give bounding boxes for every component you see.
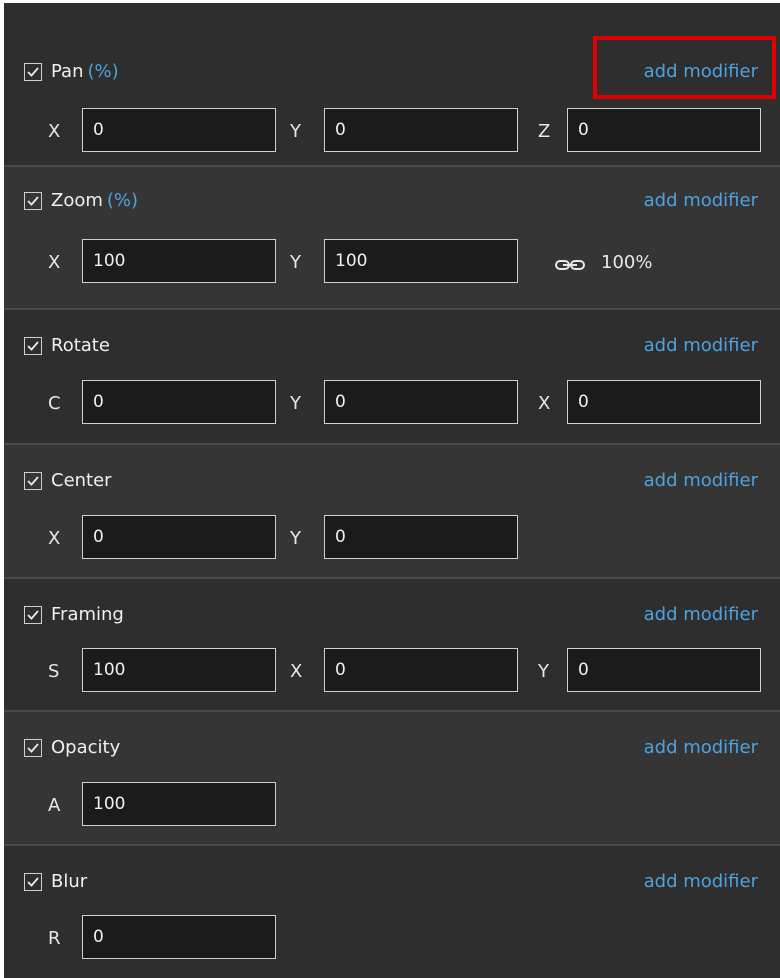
opacity-add-modifier-link[interactable]: add modifier bbox=[644, 738, 758, 758]
checkmark-icon bbox=[27, 476, 39, 486]
framing-s-input[interactable]: 100 bbox=[82, 648, 276, 692]
center-checkbox[interactable] bbox=[24, 472, 42, 490]
section-rotate: Rotate add modifier C 0 Y 0 X 0 bbox=[4, 310, 780, 445]
zoom-unit: (%) bbox=[106, 190, 139, 211]
rotate-x-input[interactable]: 0 bbox=[567, 380, 761, 424]
rotate-y-input[interactable]: 0 bbox=[324, 380, 518, 424]
framing-title: Framing bbox=[51, 604, 124, 625]
blur-checkbox[interactable] bbox=[24, 873, 42, 891]
pan-z-input[interactable]: 0 bbox=[567, 108, 761, 152]
rotate-checkbox[interactable] bbox=[24, 337, 42, 355]
framing-y-input[interactable]: 0 bbox=[567, 648, 761, 692]
framing-add-modifier-link[interactable]: add modifier bbox=[644, 605, 758, 625]
center-x-input[interactable]: 0 bbox=[82, 515, 276, 559]
framing-s-label: S bbox=[48, 661, 60, 682]
properties-panel: Pan (%) add modifier X 0 Y 0 Z 0 Zoom (%) … bbox=[4, 3, 780, 978]
pan-z-label: Z bbox=[538, 121, 551, 142]
framing-checkbox[interactable] bbox=[24, 606, 42, 624]
section-opacity: Opacity add modifier A 100 bbox=[4, 712, 780, 846]
section-zoom: Zoom (%) add modifier X 100 Y 100 100% bbox=[4, 167, 780, 310]
pan-y-input[interactable]: 0 bbox=[324, 108, 518, 152]
framing-y-label: Y bbox=[538, 661, 549, 682]
pan-x-label: X bbox=[48, 121, 61, 142]
rotate-c-label: C bbox=[48, 393, 61, 414]
zoom-add-modifier-link[interactable]: add modifier bbox=[644, 191, 758, 211]
section-title: Zoom (%) bbox=[51, 191, 138, 211]
zoom-checkbox[interactable] bbox=[24, 192, 42, 210]
pan-title: Pan bbox=[51, 61, 84, 82]
checkmark-icon bbox=[27, 341, 39, 351]
section-pan: Pan (%) add modifier X 0 Y 0 Z 0 bbox=[4, 3, 780, 167]
chain-link-icon[interactable] bbox=[555, 256, 585, 275]
checkmark-icon bbox=[27, 610, 39, 620]
opacity-checkbox[interactable] bbox=[24, 739, 42, 757]
center-title: Center bbox=[51, 470, 112, 491]
pan-unit: (%) bbox=[87, 61, 119, 82]
pan-checkbox[interactable] bbox=[24, 63, 42, 81]
checkmark-icon bbox=[27, 877, 39, 887]
rotate-y-label: Y bbox=[290, 393, 301, 414]
center-x-label: X bbox=[48, 528, 61, 549]
zoom-x-label: X bbox=[48, 252, 61, 273]
pan-y-label: Y bbox=[290, 121, 301, 142]
opacity-a-label: A bbox=[48, 795, 61, 816]
section-framing: Framing add modifier S 100 X 0 Y 0 bbox=[4, 579, 780, 712]
zoom-x-input[interactable]: 100 bbox=[82, 239, 276, 283]
opacity-a-input[interactable]: 100 bbox=[82, 782, 276, 826]
framing-x-input[interactable]: 0 bbox=[324, 648, 518, 692]
blur-title: Blur bbox=[51, 871, 88, 892]
blur-r-input[interactable]: 0 bbox=[82, 915, 276, 959]
blur-add-modifier-link[interactable]: add modifier bbox=[644, 872, 758, 892]
center-y-label: Y bbox=[290, 528, 301, 549]
section-center: Center add modifier X 0 Y 0 bbox=[4, 445, 780, 579]
pan-add-modifier-link[interactable]: add modifier bbox=[644, 62, 758, 82]
blur-r-label: R bbox=[48, 928, 61, 949]
rotate-x-label: X bbox=[538, 393, 551, 414]
rotate-title: Rotate bbox=[51, 335, 110, 356]
center-add-modifier-link[interactable]: add modifier bbox=[644, 471, 758, 491]
opacity-title: Opacity bbox=[51, 737, 121, 758]
zoom-title: Zoom bbox=[51, 190, 103, 211]
zoom-y-input[interactable]: 100 bbox=[324, 239, 518, 283]
rotate-c-input[interactable]: 0 bbox=[82, 380, 276, 424]
zoom-link-value: 100% bbox=[601, 252, 653, 273]
checkmark-icon bbox=[27, 196, 39, 206]
pan-x-input[interactable]: 0 bbox=[82, 108, 276, 152]
checkmark-icon bbox=[27, 67, 39, 77]
checkmark-icon bbox=[27, 743, 39, 753]
framing-x-label: X bbox=[290, 661, 303, 682]
center-y-input[interactable]: 0 bbox=[324, 515, 518, 559]
zoom-y-label: Y bbox=[290, 252, 301, 273]
section-title: Pan (%) bbox=[51, 62, 119, 82]
section-blur: Blur add modifier R 0 bbox=[4, 846, 780, 978]
rotate-add-modifier-link[interactable]: add modifier bbox=[644, 336, 758, 356]
